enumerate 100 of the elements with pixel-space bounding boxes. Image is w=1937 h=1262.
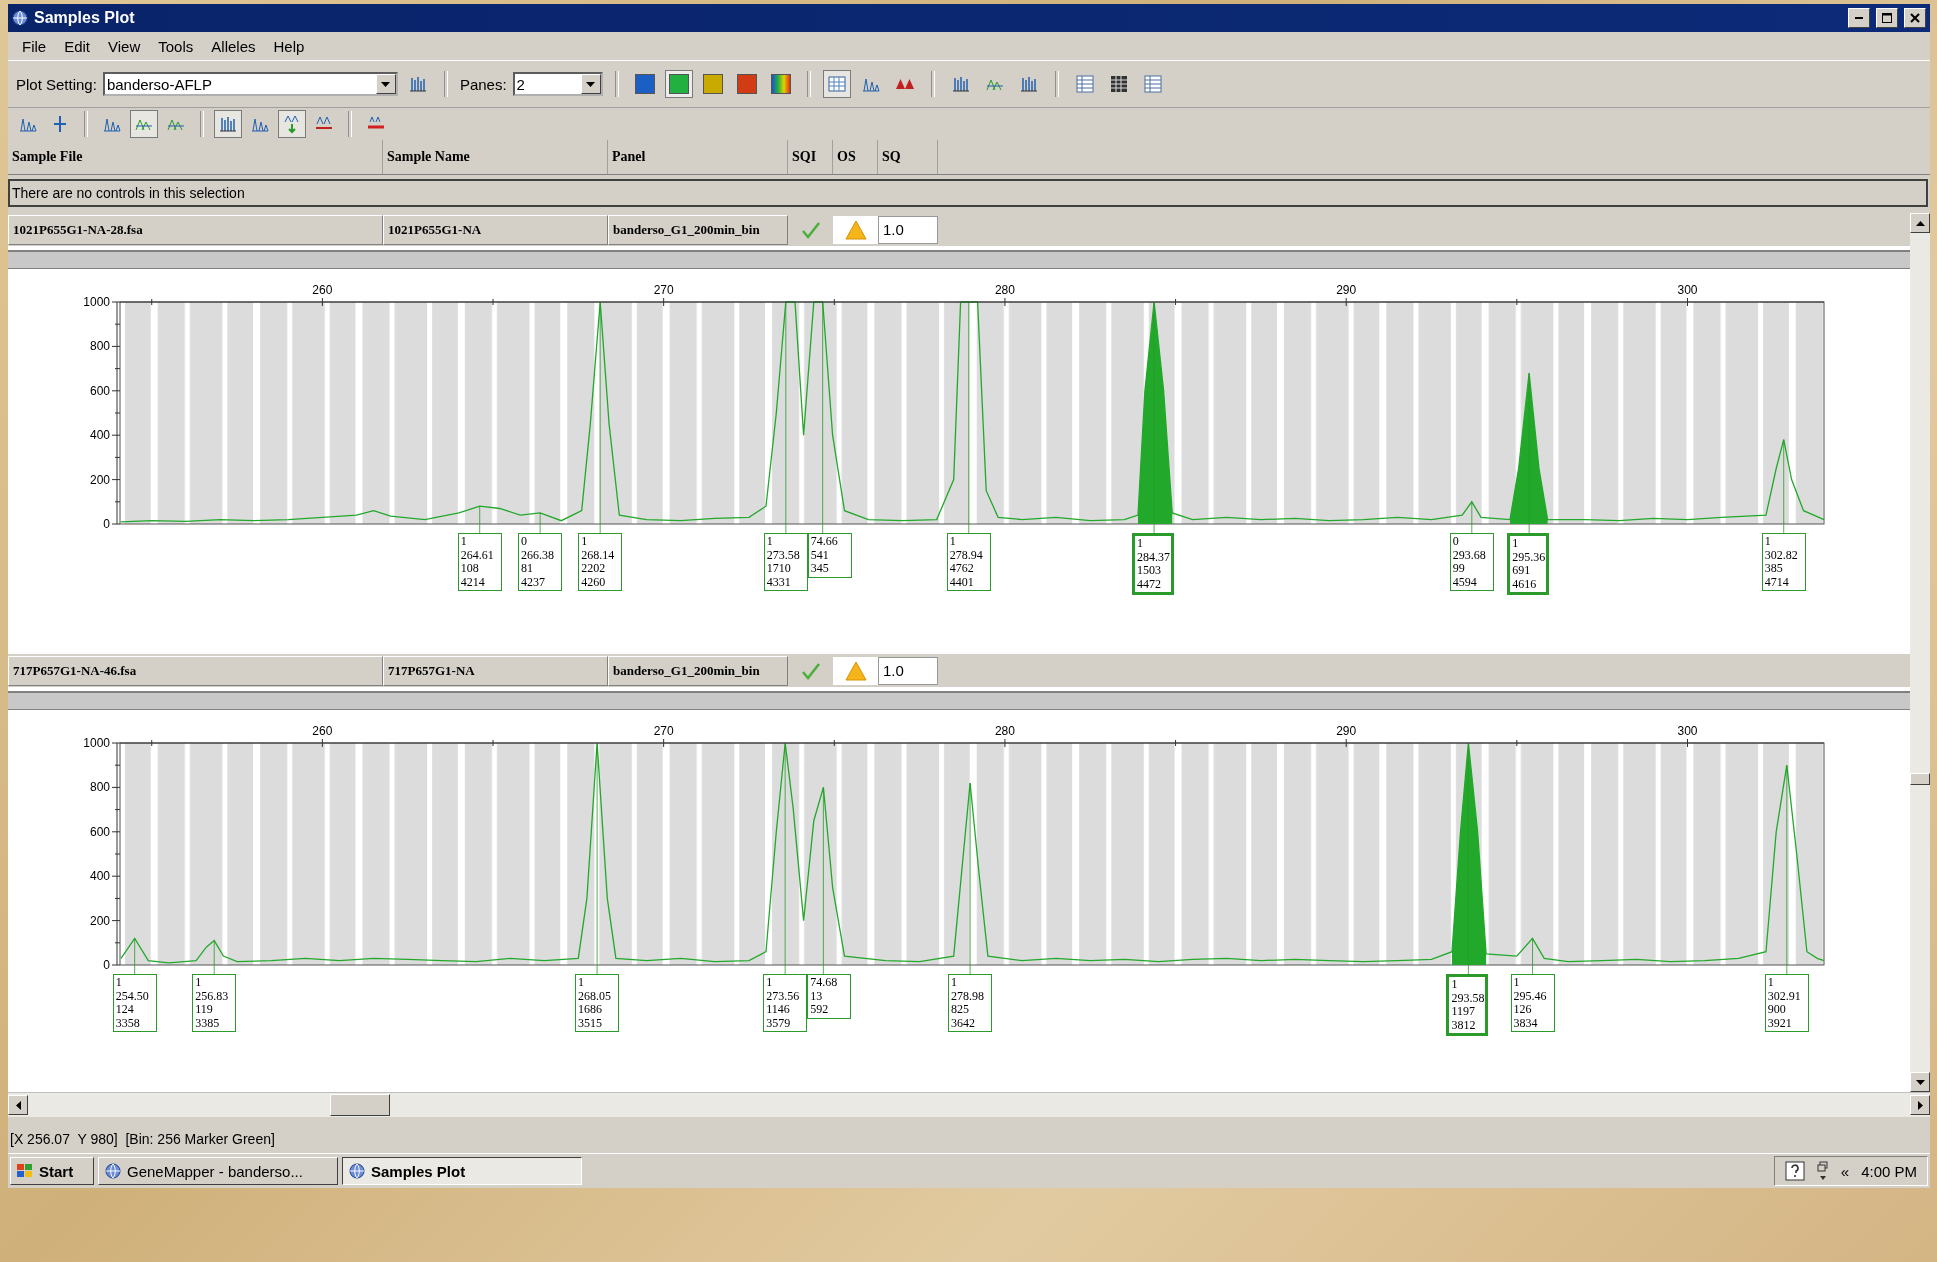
menu-item[interactable]: View [100,35,149,57]
dye-button[interactable] [664,70,693,98]
peak-label[interactable]: 1 254.50 124 3358 [112,974,157,1032]
start-button[interactable]: Start [10,1157,94,1185]
column-header[interactable]: SQI [788,140,833,174]
up-arrow-icon [1915,220,1925,226]
x-tick-label: 280 [994,724,1015,738]
minimize-button[interactable] [1848,8,1870,28]
pane-splitter[interactable] [8,691,1910,710]
triangles-icon [894,79,915,89]
menu-item[interactable]: Alleles [203,35,264,57]
dropdown-button[interactable] [375,74,396,94]
sq-field[interactable]: 1.0 [878,215,938,244]
scroll-down-button[interactable] [1910,1072,1930,1092]
x-tick-label: 270 [653,724,674,738]
sq-field[interactable]: 1.0 [878,656,938,685]
peak-label[interactable]: 1 268.05 1686 3515 [575,974,620,1032]
vertical-scrollbar[interactable] [1910,213,1930,1092]
leader-line [213,940,215,975]
column-header[interactable]: Sample File [8,140,383,174]
table-icon [1108,74,1129,94]
peak-label[interactable]: 1 302.82 385 4714 [1761,533,1806,591]
column-header[interactable]: Sample Name [383,140,608,174]
bars-icon [218,114,238,134]
bars-icon [1018,74,1039,94]
peak-label[interactable]: 0 266.38 81 4237 [518,533,563,591]
pane-splitter[interactable] [8,250,1910,269]
notice-row: There are no controls in this selection [8,179,1928,207]
restore-icon[interactable] [1816,1161,1829,1181]
right-arrow-icon [1917,1100,1923,1110]
table-cell: 1021P655G1-NA [383,214,608,245]
column-header[interactable]: OS [833,140,878,174]
peak-label[interactable]: 1 302.91 900 3921 [1764,974,1809,1032]
globe-icon [349,1163,365,1179]
y-tick-label: 600 [89,383,110,398]
peak-label[interactable]: 1 268.14 2202 4260 [578,533,623,591]
peak-label[interactable]: 1 295.36 691 4616 [1507,533,1550,595]
y-tick-label: 400 [89,869,110,884]
peak-label[interactable]: 1 273.56 1146 3579 [763,974,808,1032]
horizontal-scrollbar[interactable] [8,1092,1930,1117]
minimize-icon [1855,17,1863,19]
maximize-button[interactable] [1876,8,1898,28]
scroll-right-button[interactable] [1910,1095,1930,1115]
peak-label[interactable]: 1 278.98 825 3642 [948,974,993,1032]
tray-expand-button[interactable]: « [1840,1162,1850,1180]
x-tick-label: 290 [1336,724,1357,738]
close-icon [1910,13,1920,23]
scroll-thumb[interactable] [1910,773,1930,785]
menu-item[interactable]: Edit [56,35,99,57]
scroll-left-button[interactable] [8,1095,28,1115]
peak-label[interactable]: 74.68 13 592 [807,974,852,1019]
leader-line [539,512,541,534]
peak-label[interactable]: 1 293.58 1197 3812 [1446,974,1489,1036]
peak-label[interactable]: 1 264.61 108 4214 [457,533,502,591]
window-title: Samples Plot [34,9,136,27]
y-tick-label: 800 [89,339,110,354]
y-tick-label: 800 [89,780,110,795]
y-tick-label: 600 [89,824,110,839]
column-header[interactable]: SQ [878,140,938,174]
plot-setting-dropdown[interactable]: banderso-AFLP [102,72,398,96]
help-icon[interactable] [1784,1161,1805,1181]
panes-dropdown[interactable]: 2 [512,72,603,96]
leader-line [134,937,136,975]
y-tick-label: 400 [89,428,110,443]
menu-item[interactable]: File [14,35,55,57]
left-arrow-icon [15,1100,21,1110]
y-tick-label: 1000 [83,295,110,309]
y-tick-label: 0 [103,958,110,972]
down-arrow-icon [381,81,391,87]
warning-triangle-icon [844,660,867,681]
leader-line [479,505,481,534]
bars-icon [950,74,971,94]
y-tick-label: 200 [89,913,110,928]
toolbar-button[interactable] [822,70,851,98]
column-header[interactable]: Panel [608,140,788,174]
taskbar-button[interactable]: Samples Plot [342,1157,582,1185]
peak-label[interactable]: 1 295.46 126 3834 [1510,974,1555,1032]
down-arrow-icon [586,81,596,87]
close-button[interactable] [1904,8,1926,28]
x-tick-label: 300 [1677,724,1698,738]
peak-label[interactable]: 1 273.58 1710 4331 [763,533,808,591]
taskbar-button[interactable]: GeneMapper - banderso... [98,1157,338,1185]
x-tick-label: 270 [653,283,674,297]
dropdown-button[interactable] [580,74,601,94]
peak-label[interactable]: 0 293.68 99 4594 [1449,533,1494,591]
menu-item[interactable]: Help [265,35,313,57]
scroll-up-button[interactable] [1910,213,1930,233]
plot-setting-label: Plot Setting: [16,75,97,93]
table-cell: 717P657G1-NA-46.fsa [8,655,383,686]
scroll-thumb[interactable] [330,1094,390,1116]
menu-item[interactable]: Tools [150,35,202,57]
peak-label[interactable]: 1 278.94 4762 4401 [946,533,991,591]
peak-label[interactable]: 74.66 541 345 [807,533,852,578]
warning-triangle-icon [844,219,867,240]
grid-icon [826,74,847,94]
leader-line [1471,501,1473,534]
peak-label[interactable]: 1 284.37 1503 4472 [1132,533,1175,595]
peak-label[interactable]: 1 256.83 119 3385 [192,974,237,1032]
table-cell: 1021P655G1-NA-28.fsa [8,214,383,245]
table-icon [1142,74,1163,94]
